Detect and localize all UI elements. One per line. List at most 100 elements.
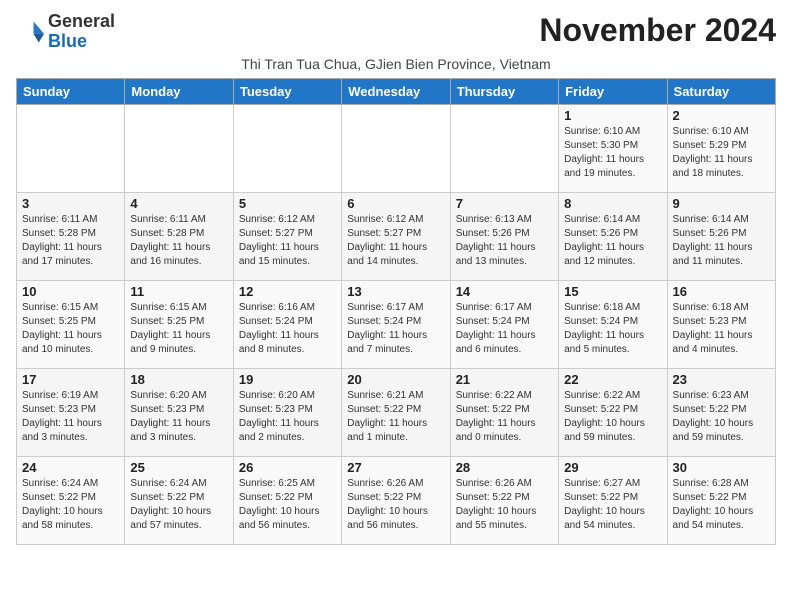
table-row: 14 Sunrise: 6:17 AM Sunset: 5:24 PM Dayli… <box>450 280 558 368</box>
table-row: 25 Sunrise: 6:24 AM Sunset: 5:22 PM Dayli… <box>125 456 233 544</box>
table-row: 9 Sunrise: 6:14 AM Sunset: 5:26 PM Daylig… <box>667 192 775 280</box>
day-number: 19 <box>239 372 336 387</box>
day-info: Sunrise: 6:19 AM Sunset: 5:23 PM Dayligh… <box>22 389 119 445</box>
day-info: Sunrise: 6:22 AM Sunset: 5:22 PM Dayligh… <box>564 389 661 445</box>
table-row: 22 Sunrise: 6:22 AM Sunset: 5:22 PM Dayli… <box>559 368 667 456</box>
day-number: 24 <box>22 460 119 475</box>
col-wednesday: Wednesday <box>342 78 450 104</box>
day-info: Sunrise: 6:15 AM Sunset: 5:25 PM Dayligh… <box>22 301 119 357</box>
day-number: 29 <box>564 460 661 475</box>
day-number: 4 <box>130 196 227 211</box>
table-row: 28 Sunrise: 6:26 AM Sunset: 5:22 PM Dayli… <box>450 456 558 544</box>
day-number: 15 <box>564 284 661 299</box>
day-info: Sunrise: 6:23 AM Sunset: 5:22 PM Dayligh… <box>673 389 770 445</box>
table-row: 10Sunrise: 6:15 AM Sunset: 5:25 PM Dayli… <box>17 280 125 368</box>
day-info: Sunrise: 6:22 AM Sunset: 5:22 PM Dayligh… <box>456 389 553 445</box>
calendar-header-row: Sunday Monday Tuesday Wednesday Thursday… <box>17 78 776 104</box>
calendar-week-3: 10Sunrise: 6:15 AM Sunset: 5:25 PM Dayli… <box>17 280 776 368</box>
calendar-week-5: 24 Sunrise: 6:24 AM Sunset: 5:22 PM Dayli… <box>17 456 776 544</box>
day-number: 22 <box>564 372 661 387</box>
table-row: 7Sunrise: 6:13 AM Sunset: 5:26 PM Daylig… <box>450 192 558 280</box>
day-number: 28 <box>456 460 553 475</box>
day-number: 1 <box>564 108 661 123</box>
day-number: 12 <box>239 284 336 299</box>
logo-blue: Blue <box>48 31 87 51</box>
day-info: Sunrise: 6:25 AM Sunset: 5:22 PM Dayligh… <box>239 477 336 533</box>
day-number: 23 <box>673 372 770 387</box>
day-info: Sunrise: 6:24 AM Sunset: 5:22 PM Dayligh… <box>130 477 227 533</box>
logo-general: General <box>48 11 115 31</box>
day-number: 14 <box>456 284 553 299</box>
day-info: Sunrise: 6:26 AM Sunset: 5:22 PM Dayligh… <box>456 477 553 533</box>
day-number: 2 <box>673 108 770 123</box>
day-info: Sunrise: 6:11 AM Sunset: 5:28 PM Dayligh… <box>22 213 119 269</box>
table-row: 23 Sunrise: 6:23 AM Sunset: 5:22 PM Dayli… <box>667 368 775 456</box>
day-info: Sunrise: 6:14 AM Sunset: 5:26 PM Dayligh… <box>673 213 770 269</box>
header: General Blue November 2024 <box>16 12 776 52</box>
table-row: 13 Sunrise: 6:17 AM Sunset: 5:24 PM Dayli… <box>342 280 450 368</box>
logo-text: General Blue <box>48 12 115 52</box>
calendar: Sunday Monday Tuesday Wednesday Thursday… <box>16 78 776 545</box>
day-info: Sunrise: 6:11 AM Sunset: 5:28 PM Dayligh… <box>130 213 227 269</box>
month-title: November 2024 <box>539 12 776 49</box>
day-info: Sunrise: 6:18 AM Sunset: 5:23 PM Dayligh… <box>673 301 770 357</box>
page: General Blue November 2024 Thi Tran Tua … <box>0 0 792 553</box>
day-number: 5 <box>239 196 336 211</box>
day-info: Sunrise: 6:14 AM Sunset: 5:26 PM Dayligh… <box>564 213 661 269</box>
table-row: 17 Sunrise: 6:19 AM Sunset: 5:23 PM Dayli… <box>17 368 125 456</box>
col-sunday: Sunday <box>17 78 125 104</box>
table-row: 30Sunrise: 6:28 AM Sunset: 5:22 PM Dayli… <box>667 456 775 544</box>
day-info: Sunrise: 6:10 AM Sunset: 5:30 PM Dayligh… <box>564 125 661 181</box>
col-monday: Monday <box>125 78 233 104</box>
day-number: 20 <box>347 372 444 387</box>
day-number: 25 <box>130 460 227 475</box>
day-info: Sunrise: 6:28 AM Sunset: 5:22 PM Dayligh… <box>673 477 770 533</box>
day-info: Sunrise: 6:20 AM Sunset: 5:23 PM Dayligh… <box>239 389 336 445</box>
day-number: 11 <box>130 284 227 299</box>
table-row: 27 Sunrise: 6:26 AM Sunset: 5:22 PM Dayli… <box>342 456 450 544</box>
table-row: 20 Sunrise: 6:21 AM Sunset: 5:22 PM Dayli… <box>342 368 450 456</box>
day-number: 18 <box>130 372 227 387</box>
table-row <box>450 104 558 192</box>
day-info: Sunrise: 6:20 AM Sunset: 5:23 PM Dayligh… <box>130 389 227 445</box>
logo-icon <box>16 18 44 46</box>
table-row <box>17 104 125 192</box>
table-row: 29 Sunrise: 6:27 AM Sunset: 5:22 PM Dayli… <box>559 456 667 544</box>
day-number: 13 <box>347 284 444 299</box>
table-row: 6Sunrise: 6:12 AM Sunset: 5:27 PM Daylig… <box>342 192 450 280</box>
table-row: 2 Sunrise: 6:10 AM Sunset: 5:29 PM Daylig… <box>667 104 775 192</box>
day-number: 9 <box>673 196 770 211</box>
table-row: 3 Sunrise: 6:11 AM Sunset: 5:28 PM Daylig… <box>17 192 125 280</box>
day-info: Sunrise: 6:16 AM Sunset: 5:24 PM Dayligh… <box>239 301 336 357</box>
day-info: Sunrise: 6:15 AM Sunset: 5:25 PM Dayligh… <box>130 301 227 357</box>
calendar-week-4: 17 Sunrise: 6:19 AM Sunset: 5:23 PM Dayli… <box>17 368 776 456</box>
day-number: 8 <box>564 196 661 211</box>
col-thursday: Thursday <box>450 78 558 104</box>
table-row <box>342 104 450 192</box>
day-number: 21 <box>456 372 553 387</box>
day-info: Sunrise: 6:17 AM Sunset: 5:24 PM Dayligh… <box>347 301 444 357</box>
logo: General Blue <box>16 12 115 52</box>
day-number: 27 <box>347 460 444 475</box>
table-row: 16Sunrise: 6:18 AM Sunset: 5:23 PM Dayli… <box>667 280 775 368</box>
day-info: Sunrise: 6:26 AM Sunset: 5:22 PM Dayligh… <box>347 477 444 533</box>
day-info: Sunrise: 6:24 AM Sunset: 5:22 PM Dayligh… <box>22 477 119 533</box>
table-row: 1 Sunrise: 6:10 AM Sunset: 5:30 PM Daylig… <box>559 104 667 192</box>
day-number: 3 <box>22 196 119 211</box>
day-info: Sunrise: 6:21 AM Sunset: 5:22 PM Dayligh… <box>347 389 444 445</box>
table-row: 18 Sunrise: 6:20 AM Sunset: 5:23 PM Dayli… <box>125 368 233 456</box>
day-info: Sunrise: 6:10 AM Sunset: 5:29 PM Dayligh… <box>673 125 770 181</box>
day-info: Sunrise: 6:17 AM Sunset: 5:24 PM Dayligh… <box>456 301 553 357</box>
day-number: 17 <box>22 372 119 387</box>
day-number: 26 <box>239 460 336 475</box>
table-row: 26 Sunrise: 6:25 AM Sunset: 5:22 PM Dayli… <box>233 456 341 544</box>
table-row: 5Sunrise: 6:12 AM Sunset: 5:27 PM Daylig… <box>233 192 341 280</box>
table-row <box>125 104 233 192</box>
subtitle: Thi Tran Tua Chua, GJien Bien Province, … <box>16 56 776 72</box>
col-tuesday: Tuesday <box>233 78 341 104</box>
calendar-week-1: 1 Sunrise: 6:10 AM Sunset: 5:30 PM Daylig… <box>17 104 776 192</box>
table-row <box>233 104 341 192</box>
day-number: 6 <box>347 196 444 211</box>
day-number: 7 <box>456 196 553 211</box>
day-info: Sunrise: 6:27 AM Sunset: 5:22 PM Dayligh… <box>564 477 661 533</box>
